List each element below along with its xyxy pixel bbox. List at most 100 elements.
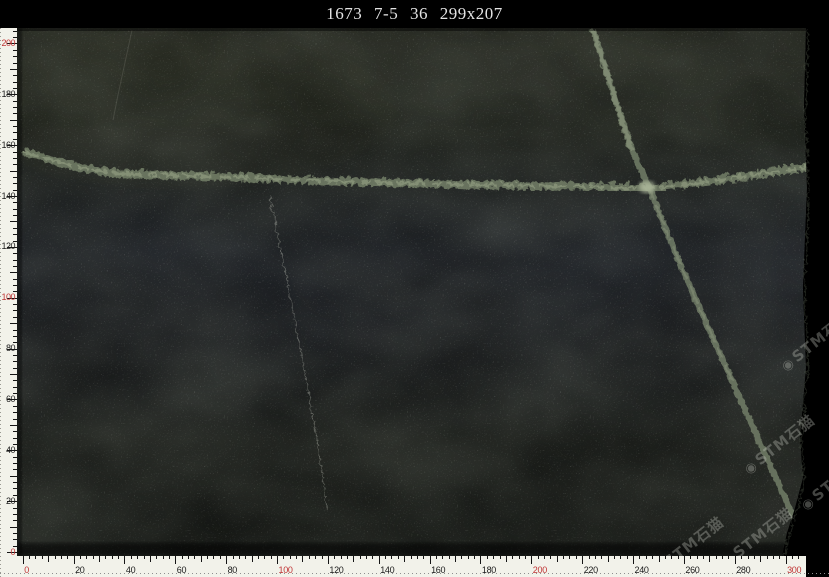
ruler-tick: [398, 556, 399, 559]
ruler-tick: [582, 556, 583, 564]
ruler-tick: [271, 556, 272, 559]
ruler-tick: [13, 387, 17, 388]
ruler-tick: [137, 556, 138, 559]
ruler-tick: [786, 556, 787, 564]
ruler-tick: [792, 556, 793, 559]
ruler-tick: [646, 556, 647, 559]
ruler-tick: [563, 556, 564, 559]
ruler-tick: [525, 556, 526, 559]
ruler-tick: [709, 556, 710, 562]
ruler-tick: [589, 556, 590, 559]
ruler-tick: [10, 527, 17, 528]
ruler-tick: [430, 556, 431, 564]
ruler-tick: [741, 556, 742, 559]
ruler-tick: [13, 336, 17, 337]
ruler-tick: [690, 556, 691, 559]
ruler-tick: [13, 63, 17, 64]
ruler-tick: [118, 556, 119, 559]
ruler-tick: [194, 556, 195, 559]
ruler-tick: [13, 209, 17, 210]
ruler-tick: [550, 556, 551, 559]
slab-left-edge-shadow: [17, 28, 22, 556]
ruler-tick: [264, 556, 265, 559]
ruler-tick: [608, 556, 609, 562]
ruler-tick: [423, 556, 424, 559]
ruler-tick: [385, 556, 386, 559]
ruler-tick: [493, 556, 494, 559]
ruler-tick: [620, 556, 621, 559]
ruler-tick: [13, 279, 17, 280]
ruler-tick: [13, 533, 17, 534]
ruler-tick: [500, 556, 501, 559]
ruler-tick: [372, 556, 373, 559]
ruler-tick: [544, 556, 545, 559]
ruler-tick: [105, 556, 106, 559]
ruler-tick: [13, 380, 17, 381]
ruler-tick: [13, 514, 17, 515]
ruler-label: 140: [0, 192, 15, 201]
ruler-tick: [150, 556, 151, 562]
ruler-tick: [760, 556, 761, 562]
ruler-tick: [322, 556, 323, 559]
ruler-tick: [13, 431, 17, 432]
ruler-tick: [684, 556, 685, 564]
ruler-tick: [13, 508, 17, 509]
ruler-tick: [61, 556, 62, 559]
ruler-label: 20: [0, 497, 15, 506]
ruler-tick: [735, 556, 736, 564]
ruler-tick: [417, 556, 418, 559]
ruler-tick: [519, 556, 520, 559]
ruler-tick: [538, 556, 539, 559]
ruler-tick: [722, 556, 723, 559]
ruler-tick: [411, 556, 412, 559]
ruler-tick: [13, 177, 17, 178]
vertical-dotted-guide: [0, 28, 1, 577]
ruler-tick: [569, 556, 570, 559]
ruler-tick: [341, 556, 342, 559]
ruler-tick: [13, 107, 17, 108]
ruler-tick: [665, 556, 666, 559]
ruler-tick: [156, 556, 157, 559]
ruler-tick: [391, 556, 392, 559]
ruler-tick: [13, 253, 17, 254]
ruler-tick: [315, 556, 316, 559]
ruler-tick: [74, 556, 75, 564]
ruler-tick: [13, 234, 17, 235]
ruler-tick: [86, 556, 87, 559]
vertical-ruler: 020406080100120140160180200: [0, 28, 17, 577]
ruler-tick: [13, 75, 17, 76]
ruler-tick: [678, 556, 679, 559]
ruler-tick: [48, 556, 49, 562]
ruler-tick: [671, 556, 672, 559]
title-bar: 1673 7-5 36 299x207: [0, 0, 829, 28]
ruler-tick: [576, 556, 577, 559]
ruler-tick: [13, 457, 17, 458]
ruler-tick: [55, 556, 56, 559]
ruler-tick: [35, 556, 36, 559]
ruler-tick: [13, 406, 17, 407]
ruler-tick: [112, 556, 113, 559]
ruler-tick: [767, 556, 768, 559]
ruler-tick: [10, 69, 17, 70]
ruler-tick: [10, 171, 17, 172]
ruler-tick: [302, 556, 303, 562]
ruler-tick: [13, 132, 17, 133]
ruler-label: 60: [0, 395, 15, 404]
ruler-tick: [531, 556, 532, 564]
ruler-tick: [379, 556, 380, 564]
ruler-tick: [474, 556, 475, 559]
ruler-tick: [10, 120, 17, 121]
ruler-tick: [239, 556, 240, 559]
ruler-tick: [13, 126, 17, 127]
ruler-tick: [10, 476, 17, 477]
ruler-tick: [13, 355, 17, 356]
ruler-tick: [42, 556, 43, 559]
ruler-tick: [13, 463, 17, 464]
ruler-tick: [144, 556, 145, 559]
ruler-tick: [23, 556, 24, 564]
ruler-tick: [277, 556, 278, 564]
ruler-tick: [258, 556, 259, 559]
ruler-tick: [245, 556, 246, 559]
ruler-tick: [13, 520, 17, 521]
ruler-tick: [13, 56, 17, 57]
